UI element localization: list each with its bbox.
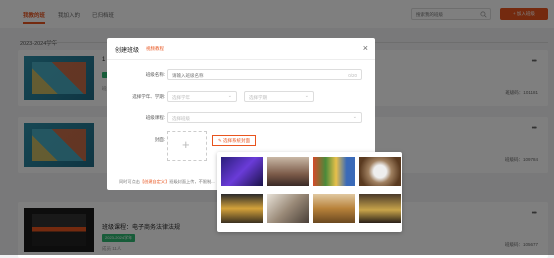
class-name-label: 班级名称: (145, 72, 165, 77)
cover-upload-box[interactable]: + (167, 131, 207, 161)
char-count: 0/20 (348, 72, 357, 78)
cover-option-heart-book[interactable] (359, 157, 401, 186)
add-icon: + (182, 137, 190, 152)
cover-hint: 同时可点击【创建自定义】班级封面上传，不限制... (119, 179, 227, 185)
semester-select-value: 选择学期 (249, 94, 267, 100)
close-icon[interactable]: × (363, 43, 368, 53)
divider (107, 59, 375, 60)
select-system-cover-button[interactable]: ✎ 选择系统封面 (212, 135, 256, 146)
cover-option-graduation[interactable] (359, 194, 401, 223)
year-select-value: 选择学年 (172, 94, 190, 100)
course-select-value: 选择班级 (172, 115, 190, 121)
cover-option-books-pencils[interactable] (313, 157, 355, 186)
course-select[interactable]: 选择班级 ⌄ (167, 112, 362, 123)
cover-label: 封面: (154, 137, 165, 142)
year-select[interactable]: 选择学年 ⌄ (167, 91, 237, 102)
dialog-title: 创建班级 (115, 48, 140, 54)
cover-option-students-lecture[interactable] (267, 157, 309, 186)
class-name-input[interactable] (172, 72, 327, 78)
chevron-down-icon: ⌄ (304, 93, 309, 99)
term-label: 选择学年、学期: (132, 94, 165, 99)
hint-suffix: 班级封面上传，不限制... (169, 179, 215, 184)
course-label: 班级课程: (145, 115, 165, 120)
system-cover-picker (217, 152, 402, 232)
chevron-down-icon: ⌄ (352, 114, 357, 120)
chevron-down-icon: ⌄ (227, 93, 232, 99)
select-system-cover-label: 选择系统封面 (223, 138, 251, 143)
cover-option-laptop-hands[interactable] (267, 194, 309, 223)
semester-select[interactable]: 选择学期 ⌄ (244, 91, 314, 102)
cover-option-classroom-desks[interactable] (313, 194, 355, 223)
cover-option-isometric-tech[interactable] (221, 157, 263, 186)
class-name-field[interactable]: 0/20 (167, 69, 362, 80)
hint-link[interactable]: 【创建自定义】 (140, 179, 169, 184)
hint-prefix: 同时可点击 (119, 179, 140, 184)
cover-option-pencils-cup[interactable] (221, 194, 263, 223)
video-tutorial-link[interactable]: 视频教程 (146, 46, 164, 52)
